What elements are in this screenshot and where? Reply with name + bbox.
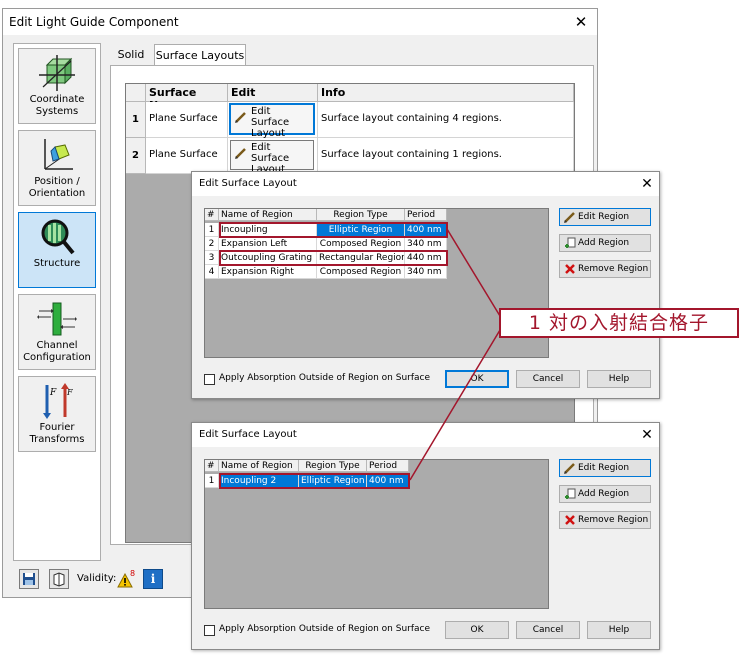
callout-label: 1 対の入射結合格子	[499, 308, 739, 338]
